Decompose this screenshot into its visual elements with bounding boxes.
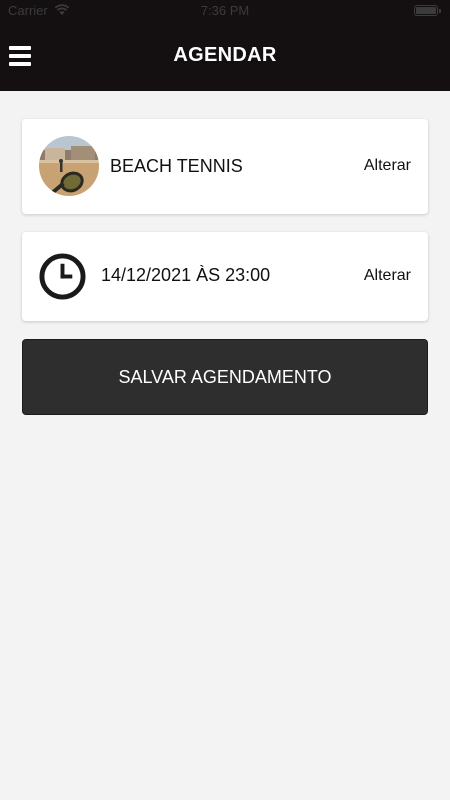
page-title: AGENDAR: [173, 44, 277, 66]
beach-tennis-image: [39, 136, 99, 196]
app-header: Carrier 7:36 PM AGENDAR: [0, 0, 450, 91]
sport-avatar: [39, 136, 99, 196]
save-schedule-button[interactable]: SALVAR AGENDAMENTO: [22, 339, 428, 415]
schedule-card[interactable]: 14/12/2021 ÀS 23:00 Alterar: [22, 232, 428, 321]
status-time: 7:36 PM: [200, 3, 250, 18]
change-sport-link[interactable]: Alterar: [364, 157, 411, 175]
battery-icon: [414, 5, 441, 16]
schedule-datetime: 14/12/2021 ÀS 23:00: [101, 265, 271, 285]
sport-card[interactable]: BEACH TENNIS Alterar: [22, 119, 428, 214]
change-datetime-link[interactable]: Alterar: [364, 267, 411, 285]
status-bar: Carrier 7:36 PM: [0, 0, 450, 22]
sport-name: BEACH TENNIS: [110, 156, 243, 176]
clock-icon: [39, 253, 86, 300]
